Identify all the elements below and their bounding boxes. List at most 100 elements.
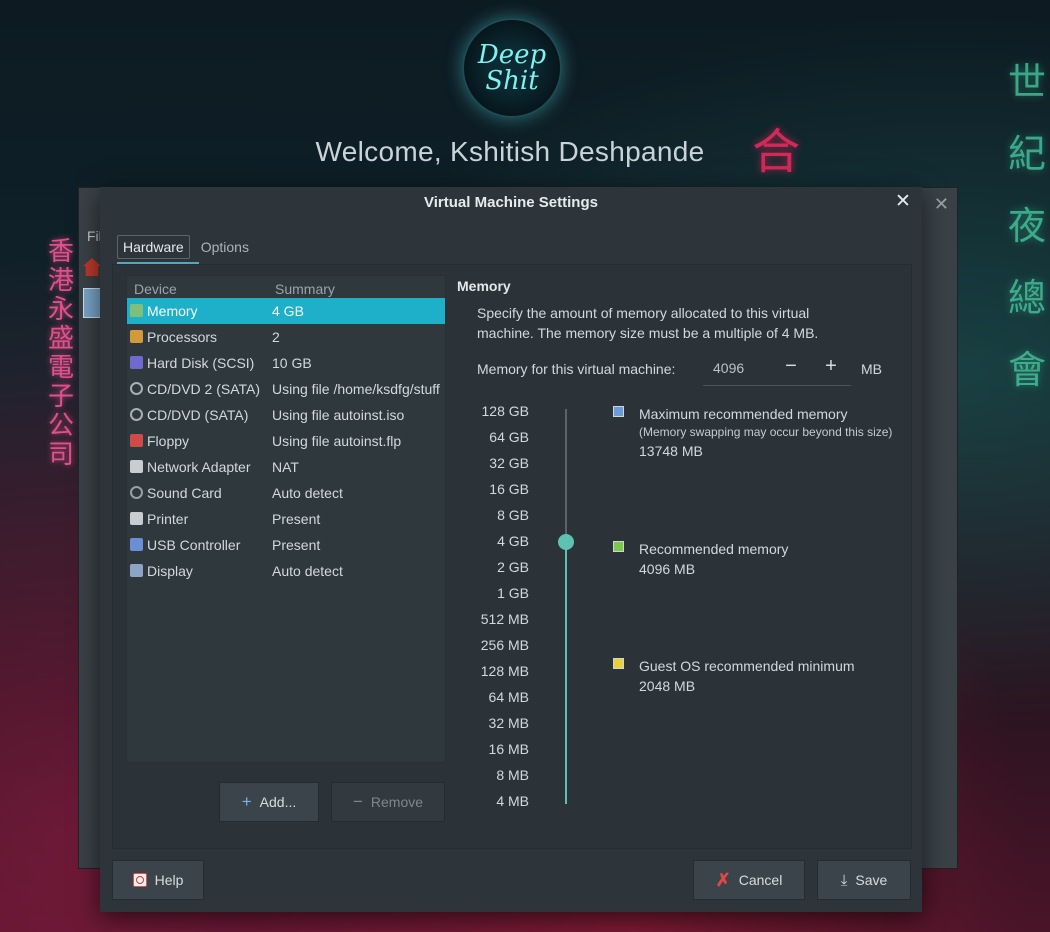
help-button[interactable]: Help: [112, 860, 204, 900]
device-row[interactable]: USB Controller Present: [127, 532, 445, 558]
device-name: USB Controller: [147, 537, 241, 553]
memory-scale-tick[interactable]: 512 MB: [463, 609, 529, 635]
printer-icon: [130, 512, 143, 525]
legend-minimum-label: Guest OS recommended minimum: [639, 658, 855, 674]
vm-settings-dialog: Virtual Machine Settings ✕ Hardware Optio…: [100, 187, 922, 912]
device-summary: 2: [272, 329, 280, 345]
memory-scale-tick[interactable]: 256 MB: [463, 635, 529, 661]
max-memory-marker-icon: [613, 406, 624, 417]
device-row[interactable]: Hard Disk (SCSI) 10 GB: [127, 350, 445, 376]
memory-scale-tick[interactable]: 4 GB: [463, 531, 529, 557]
device-name: Memory: [147, 303, 198, 319]
device-row[interactable]: CD/DVD 2 (SATA) Using file /home/ksdfg/st…: [127, 376, 445, 402]
device-name: Hard Disk (SCSI): [147, 355, 255, 371]
column-header-device[interactable]: Device: [134, 281, 177, 297]
memory-scale: 128 GB 64 GB 32 GB 16 GB 8 GB 4 GB 2 GB 1 GB 512…: [463, 401, 529, 817]
dialog-close-icon[interactable]: ✕: [892, 191, 914, 213]
memory-scale-tick[interactable]: 8 MB: [463, 765, 529, 791]
device-row[interactable]: Memory 4 GB: [127, 298, 445, 324]
memory-spinbox: 4096 − +: [703, 349, 851, 386]
device-summary: 10 GB: [272, 355, 312, 371]
device-row[interactable]: Sound Card Auto detect: [127, 480, 445, 506]
memory-icon: [130, 304, 143, 317]
device-summary: Using file autoinst.iso: [272, 407, 405, 423]
add-device-button[interactable]: + Add...: [219, 782, 319, 822]
memory-scale-tick[interactable]: 64 MB: [463, 687, 529, 713]
recommended-memory-marker-icon: [613, 541, 624, 552]
cancel-button[interactable]: ✗ Cancel: [693, 860, 805, 900]
device-name: Sound Card: [147, 485, 222, 501]
device-row[interactable]: Network Adapter NAT: [127, 454, 445, 480]
memory-scale-tick[interactable]: 128 MB: [463, 661, 529, 687]
remove-device-button[interactable]: − Remove: [331, 782, 445, 822]
column-header-summary[interactable]: Summary: [275, 281, 335, 297]
memory-scale-tick[interactable]: 2 GB: [463, 557, 529, 583]
minus-icon: −: [352, 792, 363, 811]
device-summary: Present: [272, 511, 321, 527]
memory-scale-tick[interactable]: 16 MB: [463, 739, 529, 765]
tab-bar: Hardware Options: [117, 235, 260, 263]
legend-max-memory: Maximum recommended memory (Memory swapp…: [613, 404, 913, 464]
device-summary: Auto detect: [272, 563, 343, 579]
device-summary: NAT: [272, 459, 299, 475]
neon-sign-left: 香港永盛電子公司: [47, 237, 74, 470]
device-name: Processors: [147, 329, 218, 345]
legend-guest-minimum: Guest OS recommended minimum 2048 MB: [613, 656, 913, 700]
memory-scale-tick[interactable]: 32 GB: [463, 453, 529, 479]
decrement-button[interactable]: −: [781, 355, 801, 378]
home-icon: [83, 258, 101, 276]
increment-button[interactable]: +: [821, 355, 841, 378]
tab-options[interactable]: Options: [196, 236, 254, 258]
device-name: Floppy: [147, 433, 190, 449]
memory-value-input[interactable]: 4096: [713, 360, 744, 376]
memory-field-label: Memory for this virtual machine:: [477, 361, 676, 377]
device-row[interactable]: Display Auto detect: [127, 558, 445, 584]
legend-recommended-value: 4096 MB: [639, 561, 696, 577]
device-summary: Using file /home/ksdfg/stuff: [272, 381, 440, 397]
device-list-header: Device Summary: [127, 276, 445, 298]
device-row[interactable]: Floppy Using file autoinst.flp: [127, 428, 445, 454]
memory-scale-tick[interactable]: 1 GB: [463, 583, 529, 609]
save-label: Save: [855, 872, 888, 888]
device-summary: Using file autoinst.flp: [272, 433, 402, 449]
processor-icon: [130, 330, 143, 343]
memory-heading: Memory: [457, 278, 511, 294]
memory-scale-tick[interactable]: 32 MB: [463, 713, 529, 739]
memory-description: Specify the amount of memory allocated t…: [477, 305, 819, 341]
memory-slider-fill: [565, 541, 567, 804]
help-label: Help: [154, 872, 184, 888]
memory-scale-tick[interactable]: 64 GB: [463, 427, 529, 453]
remove-button-label: Remove: [370, 794, 424, 810]
avatar-text: Deep Shit: [477, 40, 547, 96]
guest-minimum-marker-icon: [613, 658, 624, 669]
tab-hardware[interactable]: Hardware: [117, 235, 190, 259]
display-icon: [130, 564, 143, 577]
legend-minimum-value: 2048 MB: [639, 678, 696, 694]
cancel-icon: ✗: [715, 869, 731, 890]
device-name: CD/DVD (SATA): [147, 407, 249, 423]
memory-slider-handle[interactable]: [558, 534, 574, 550]
memory-scale-tick[interactable]: 8 GB: [463, 505, 529, 531]
cd-icon: [130, 382, 143, 395]
hardware-panel: Device Summary Memory 4 GB Processors 2 Hard…: [112, 264, 912, 849]
device-name: CD/DVD 2 (SATA): [147, 381, 261, 397]
device-summary: Present: [272, 537, 321, 553]
bg-window-close-icon[interactable]: ✕: [934, 194, 949, 215]
neon-sign-right: 世紀夜總會: [1008, 60, 1047, 392]
legend-recommended-memory: Recommended memory 4096 MB: [613, 539, 913, 583]
device-list: Device Summary Memory 4 GB Processors 2 Hard…: [126, 275, 446, 763]
memory-scale-tick[interactable]: 16 GB: [463, 479, 529, 505]
memory-scale-tick[interactable]: 4 MB: [463, 791, 529, 817]
plus-icon: +: [241, 792, 252, 811]
device-name: Display: [147, 563, 193, 579]
legend-max-label: Maximum recommended memory: [639, 406, 848, 422]
user-avatar: Deep Shit: [462, 18, 562, 118]
device-row[interactable]: Printer Present: [127, 506, 445, 532]
device-name: Printer: [147, 511, 189, 527]
device-row[interactable]: CD/DVD (SATA) Using file autoinst.iso: [127, 402, 445, 428]
memory-scale-tick[interactable]: 128 GB: [463, 401, 529, 427]
device-rows: Memory 4 GB Processors 2 Hard Disk (SCSI) 10 …: [127, 298, 445, 584]
add-button-label: Add...: [259, 794, 297, 810]
save-button[interactable]: ⤓ Save: [817, 860, 911, 900]
device-row[interactable]: Processors 2: [127, 324, 445, 350]
